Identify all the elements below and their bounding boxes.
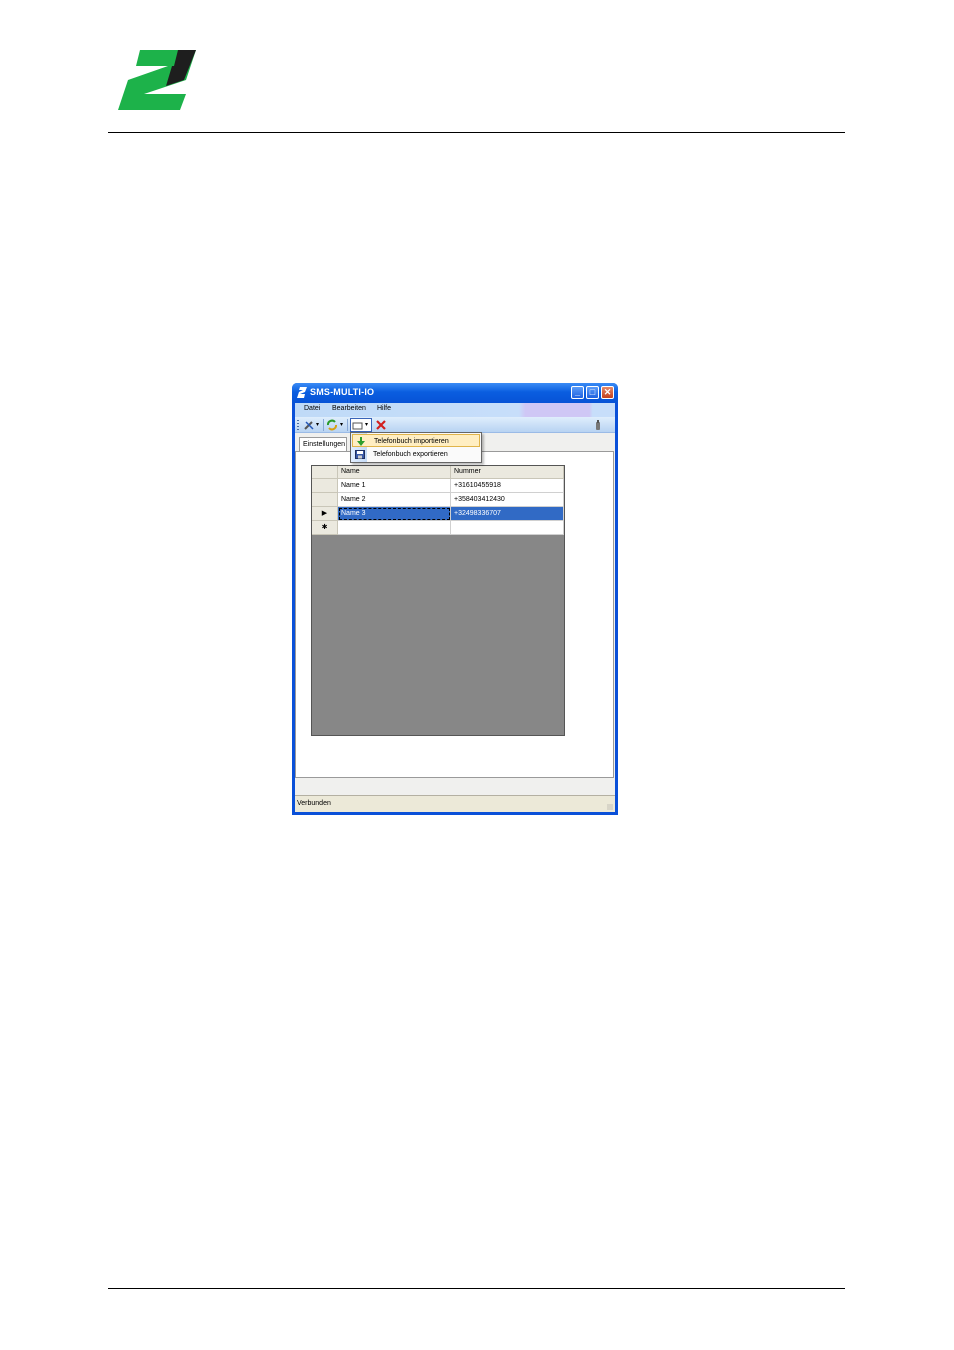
new-row-indicator[interactable]: ✱ xyxy=(312,521,338,535)
cell-number-new[interactable] xyxy=(451,521,564,535)
menu-bearbeiten[interactable]: Bearbeiten xyxy=(332,405,366,412)
status-text: Verbunden xyxy=(297,800,331,807)
toolbar-separator xyxy=(347,419,348,431)
minimize-button[interactable]: _ xyxy=(571,386,584,399)
delete-icon[interactable] xyxy=(375,419,387,431)
menu-item-label: Telefonbuch exportieren xyxy=(373,451,448,458)
app-icon xyxy=(297,387,307,398)
menu-item-export-phonebook[interactable]: Telefonbuch exportieren xyxy=(352,448,480,461)
header-rule xyxy=(108,132,845,133)
close-button[interactable]: ✕ xyxy=(601,386,614,399)
status-bar: Verbunden xyxy=(295,795,615,812)
title-bar[interactable]: SMS-MULTI-IO _ □ ✕ xyxy=(292,383,618,403)
resize-grip-icon[interactable] xyxy=(607,804,613,810)
cell-name[interactable]: Name 2 xyxy=(338,493,451,507)
company-logo xyxy=(118,50,196,110)
cell-name-new[interactable] xyxy=(338,521,451,535)
footer-rule xyxy=(108,1288,845,1289)
toolbar-grip[interactable] xyxy=(297,420,299,430)
save-disk-icon xyxy=(355,450,365,459)
refresh-icon[interactable] xyxy=(326,419,338,431)
refresh-dropdown-arrow[interactable]: ▾ xyxy=(340,421,343,428)
toolbar: ▾ ▾ ▾ xyxy=(295,417,615,433)
menu-bar: Datei Bearbeiten Hilfe xyxy=(295,403,615,417)
tab-page: Name Nummer Name 1 +31610455918 Name 2 +… xyxy=(295,451,614,778)
column-header-name[interactable]: Name xyxy=(338,466,451,479)
cell-number[interactable]: +31610455918 xyxy=(451,479,564,493)
import-arrow-icon xyxy=(357,437,365,446)
phonebook-dropdown-arrow[interactable]: ▾ xyxy=(365,421,368,428)
row-header[interactable] xyxy=(312,479,338,493)
close-icon: ✕ xyxy=(603,387,612,397)
menu-hilfe[interactable]: Hilfe xyxy=(377,405,391,412)
cell-number[interactable]: +358403412430 xyxy=(451,493,564,507)
menu-datei[interactable]: Datei xyxy=(304,405,320,412)
phonebook-dropdown-menu: Telefonbuch importieren Telefonbuch expo… xyxy=(350,432,482,463)
tab-einstellungen[interactable]: Einstellungen xyxy=(299,437,347,452)
cell-name-selected[interactable]: Name 3 xyxy=(338,507,451,521)
current-row-indicator[interactable]: ▶ xyxy=(312,507,338,521)
maximize-icon: □ xyxy=(589,387,596,397)
connection-icon xyxy=(596,420,600,430)
tools-dropdown-arrow[interactable]: ▾ xyxy=(316,421,319,428)
tools-icon[interactable] xyxy=(303,419,315,431)
phonebook-icon xyxy=(352,422,363,430)
maximize-button[interactable]: □ xyxy=(586,386,599,399)
menu-item-label: Telefonbuch importieren xyxy=(374,438,449,445)
phonebook-button[interactable]: ▾ xyxy=(350,418,372,432)
column-header-nummer[interactable]: Nummer xyxy=(451,466,564,479)
window-client: Datei Bearbeiten Hilfe ▾ ▾ ▾ Einstellung… xyxy=(295,403,615,812)
cell-name[interactable]: Name 1 xyxy=(338,479,451,493)
minimize-icon: _ xyxy=(574,387,580,397)
cell-number-selected[interactable]: +32498336707 xyxy=(451,507,564,521)
grid-corner xyxy=(312,466,338,479)
toolbar-separator xyxy=(323,419,324,431)
window-title: SMS-MULTI-IO xyxy=(310,387,375,397)
row-header[interactable] xyxy=(312,493,338,507)
menu-item-import-phonebook[interactable]: Telefonbuch importieren xyxy=(352,434,480,447)
phonebook-grid[interactable]: Name Nummer Name 1 +31610455918 Name 2 +… xyxy=(311,465,565,736)
